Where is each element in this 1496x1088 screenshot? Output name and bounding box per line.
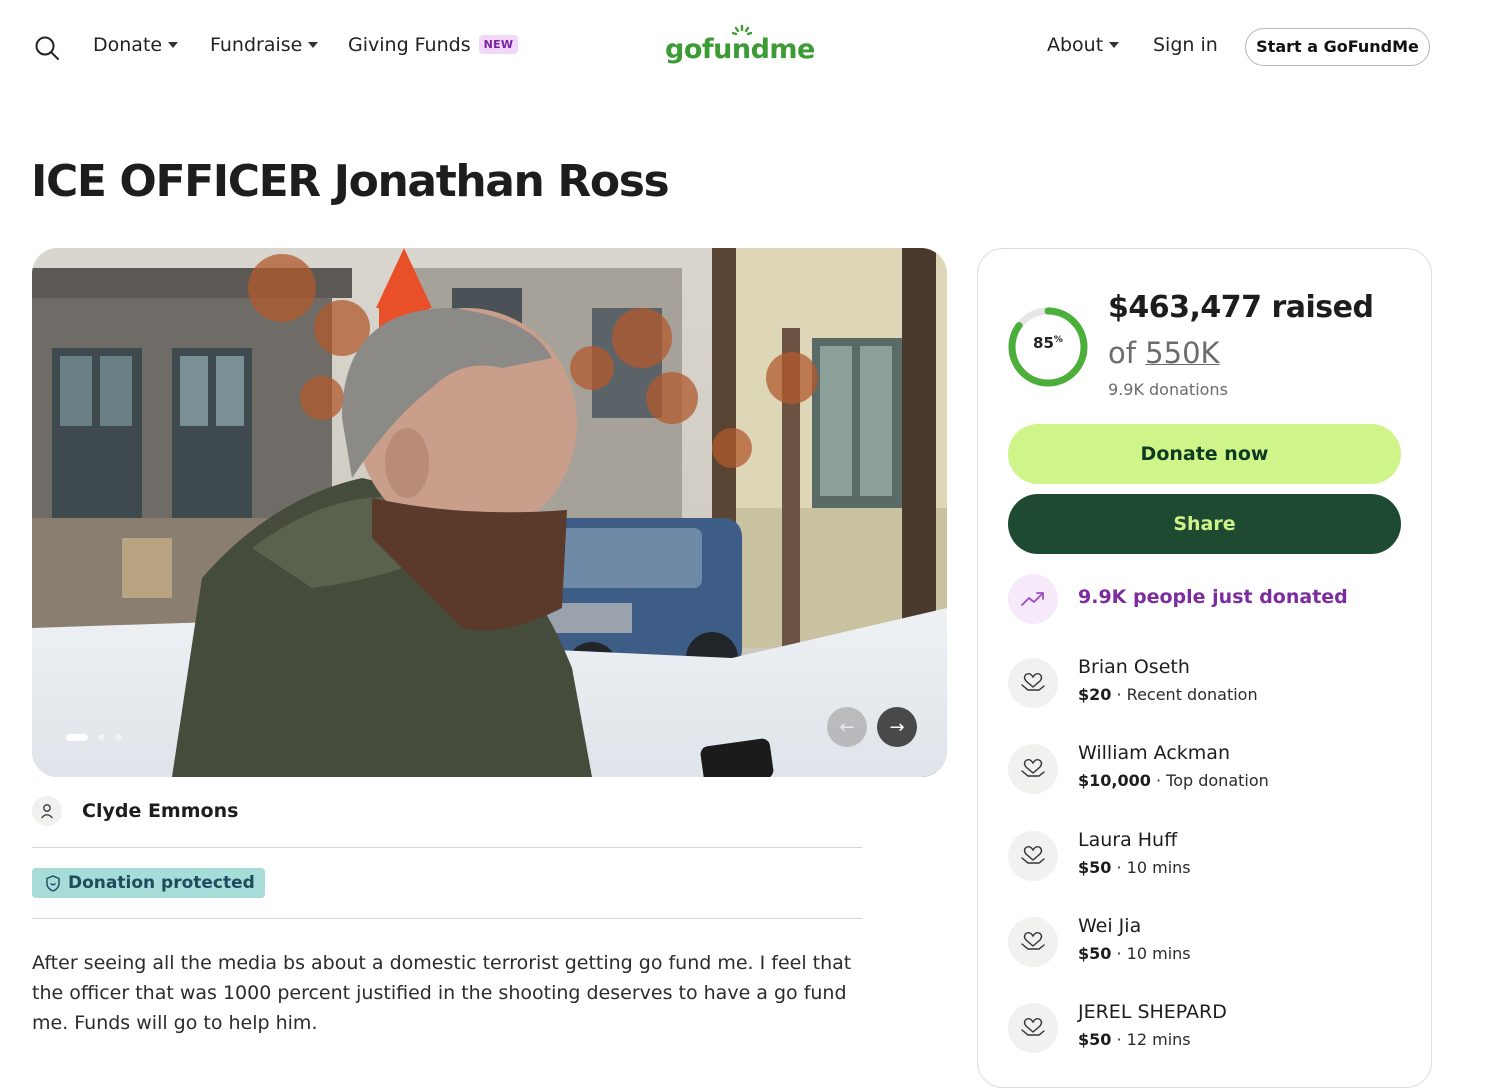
donor-amount: $50 bbox=[1078, 944, 1112, 963]
donor-meta: $50 · 10 mins bbox=[1078, 944, 1191, 963]
start-gofundme-button[interactable]: Start a GoFundMe bbox=[1245, 28, 1430, 66]
search-icon[interactable] bbox=[34, 35, 60, 61]
percent-sign: % bbox=[1053, 335, 1063, 345]
share-button[interactable]: Share bbox=[1008, 494, 1401, 554]
donation-protected-label: Donation protected bbox=[68, 873, 255, 893]
amount-raised: $463,477 raised bbox=[1108, 290, 1374, 325]
donor-meta: $50 · 12 mins bbox=[1078, 1030, 1191, 1049]
donation-protected-badge[interactable]: Donation protected bbox=[32, 868, 265, 898]
donor-name: Wei Jia bbox=[1078, 915, 1142, 937]
nav-about-menu[interactable]: About bbox=[1047, 34, 1120, 56]
trend-up-icon bbox=[1008, 574, 1058, 624]
nav-donate-label: Donate bbox=[93, 34, 163, 56]
donor-note: Recent donation bbox=[1126, 685, 1258, 704]
donor-name: JEREL SHEPARD bbox=[1078, 1001, 1227, 1023]
arrow-right-icon: → bbox=[889, 716, 905, 738]
shield-icon bbox=[46, 874, 60, 892]
donor-note: 12 mins bbox=[1126, 1030, 1191, 1049]
donor-name: Laura Huff bbox=[1078, 829, 1178, 851]
heart-hand-icon bbox=[1008, 744, 1058, 794]
carousel-prev-button[interactable]: ← bbox=[827, 707, 867, 747]
nav-giving-funds-label: Giving Funds bbox=[348, 34, 471, 56]
donor-separator: · bbox=[1111, 858, 1127, 877]
goal-text: of 550K bbox=[1108, 336, 1220, 370]
donor-amount: $50 bbox=[1078, 858, 1112, 877]
carousel-next-button[interactable]: → bbox=[877, 707, 917, 747]
campaign-hero-image[interactable] bbox=[32, 248, 947, 777]
heart-hand-icon bbox=[1008, 1003, 1058, 1053]
carousel-dot[interactable] bbox=[115, 734, 122, 741]
donor-row: JEREL SHEPARD $50 · 12 mins bbox=[1008, 1001, 1408, 1055]
arrow-left-icon: ← bbox=[839, 716, 855, 738]
donor-meta: $20 · Recent donation bbox=[1078, 685, 1258, 704]
donations-count: 9.9K donations bbox=[1108, 380, 1228, 399]
donor-note: 10 mins bbox=[1126, 858, 1191, 877]
donor-separator: · bbox=[1111, 1030, 1127, 1049]
goal-amount-link[interactable]: 550K bbox=[1145, 336, 1219, 370]
donor-amount: $10,000 bbox=[1078, 771, 1151, 790]
nav-donate-menu[interactable]: Donate bbox=[93, 34, 179, 56]
chevron-down-icon bbox=[308, 42, 319, 48]
donate-now-button[interactable]: Donate now bbox=[1008, 424, 1401, 484]
donor-name: Brian Oseth bbox=[1078, 656, 1190, 678]
campaign-story: After seeing all the media bs about a do… bbox=[32, 952, 852, 1034]
progress-percent-value: 85 bbox=[1033, 334, 1054, 352]
chevron-down-icon bbox=[1109, 42, 1120, 48]
donor-note: Top donation bbox=[1166, 771, 1269, 790]
donor-separator: · bbox=[1111, 685, 1127, 704]
campaign-title: ICE OFFICER Jonathan Ross bbox=[31, 156, 670, 207]
hero-photo-illustration bbox=[32, 248, 947, 777]
heart-hand-icon bbox=[1008, 831, 1058, 881]
donor-note: 10 mins bbox=[1126, 944, 1191, 963]
donor-row: Wei Jia $50 · 10 mins bbox=[1008, 915, 1408, 969]
nav-signin-link[interactable]: Sign in bbox=[1153, 34, 1218, 56]
donor-separator: · bbox=[1150, 771, 1167, 790]
nav-about-label: About bbox=[1047, 34, 1104, 56]
heart-hand-icon bbox=[1008, 658, 1058, 708]
donor-meta: $50 · 10 mins bbox=[1078, 858, 1191, 877]
nav-fundraise-label: Fundraise bbox=[210, 34, 303, 56]
goal-prefix: of bbox=[1108, 336, 1146, 370]
progress-percent: 85% bbox=[1007, 334, 1089, 352]
donor-row: William Ackman $10,000 · Top donation bbox=[1008, 742, 1408, 796]
nav-giving-funds-link[interactable]: Giving Funds NEW bbox=[348, 34, 519, 56]
logo-wordmark: gofundme bbox=[665, 34, 815, 65]
donor-amount: $50 bbox=[1078, 1030, 1112, 1049]
divider bbox=[32, 847, 862, 848]
carousel-dot-active[interactable] bbox=[66, 734, 88, 741]
donor-row: Brian Oseth $20 · Recent donation bbox=[1008, 656, 1408, 710]
donor-name: William Ackman bbox=[1078, 742, 1230, 764]
user-icon bbox=[32, 796, 62, 826]
organizer-name[interactable]: Clyde Emmons bbox=[82, 800, 238, 822]
donor-separator: · bbox=[1111, 944, 1127, 963]
donor-meta: $10,000 · Top donation bbox=[1078, 771, 1269, 790]
divider bbox=[32, 918, 862, 919]
recent-donations-activity[interactable]: 9.9K people just donated bbox=[1078, 586, 1348, 608]
gofundme-logo[interactable]: gofundme bbox=[665, 24, 815, 70]
top-navigation: Donate Fundraise Giving Funds NEW gofundm… bbox=[0, 0, 1496, 96]
chevron-down-icon bbox=[168, 42, 179, 48]
nav-fundraise-menu[interactable]: Fundraise bbox=[210, 34, 319, 56]
donor-amount: $20 bbox=[1078, 685, 1112, 704]
new-badge: NEW bbox=[478, 35, 519, 54]
donor-row: Laura Huff $50 · 10 mins bbox=[1008, 829, 1408, 883]
heart-hand-icon bbox=[1008, 917, 1058, 967]
carousel-dot[interactable] bbox=[98, 734, 105, 741]
